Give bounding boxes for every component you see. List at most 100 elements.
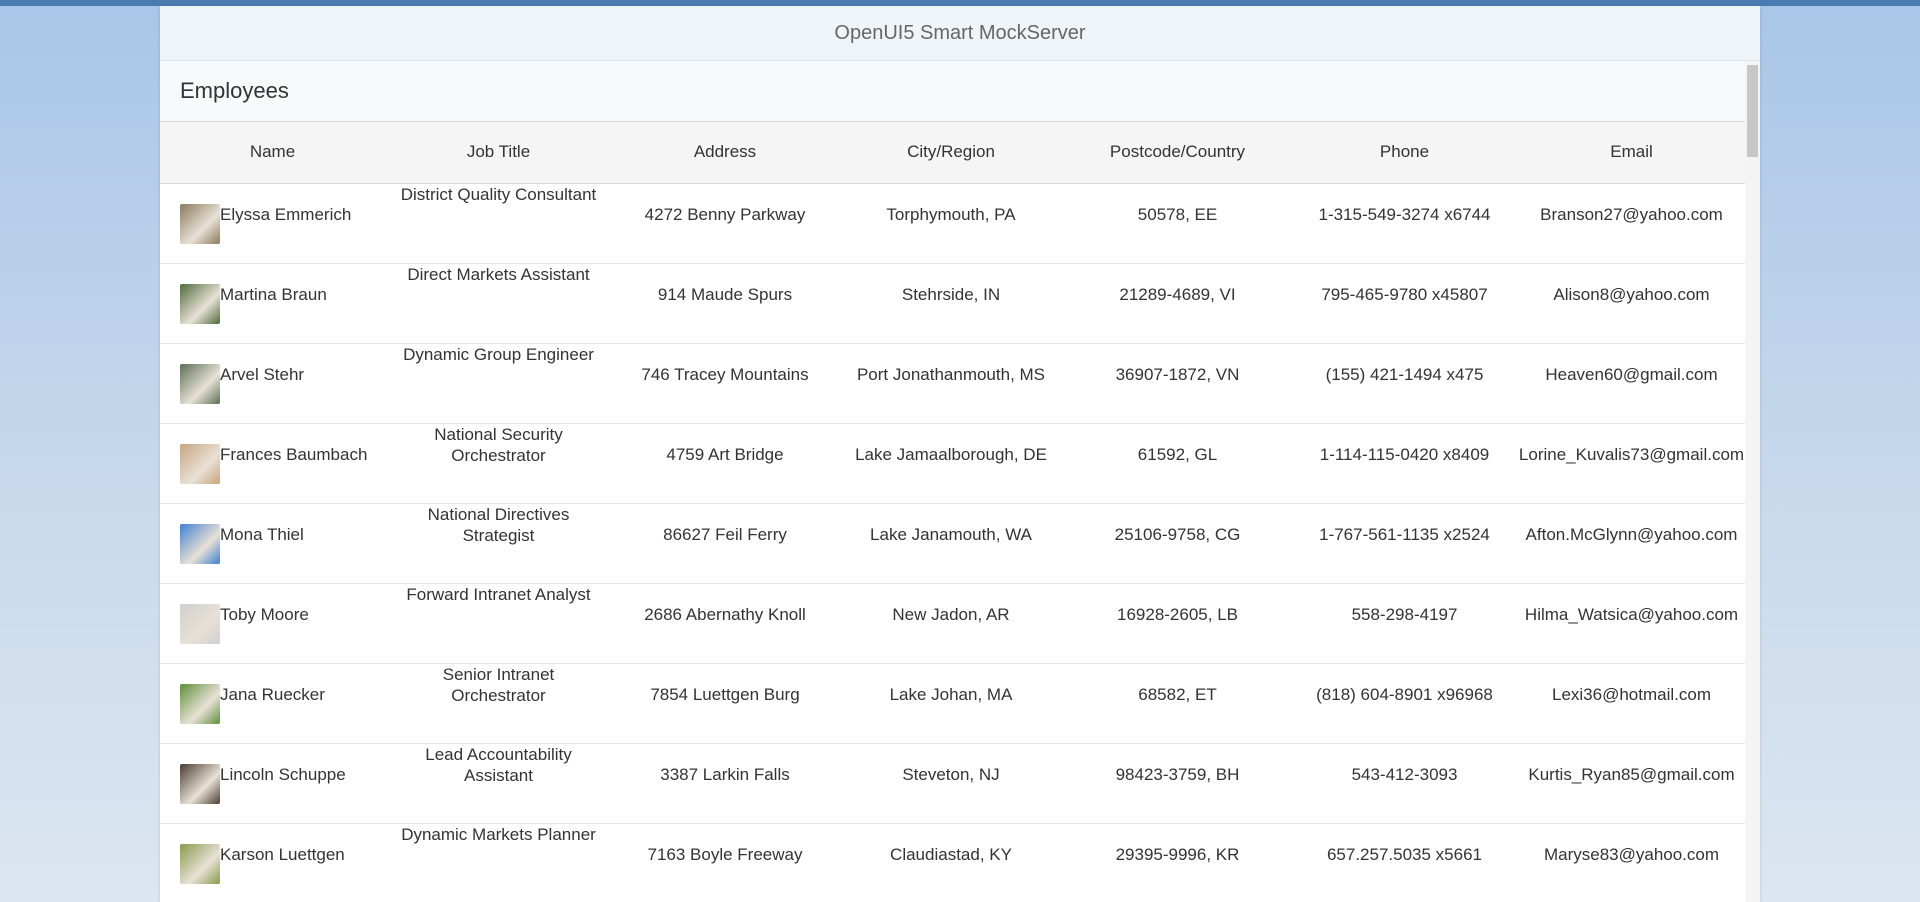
vertical-scrollbar[interactable] (1745, 61, 1760, 902)
column-header-job-title[interactable]: Job Title (385, 122, 612, 183)
email-cell: Hilma_Watsica@yahoo.com (1524, 604, 1739, 624)
postcode-cell: 98423-3759, BH (1115, 764, 1240, 784)
phone-cell: 1-315-549-3274 x6744 (1318, 204, 1491, 224)
email-cell: Afton.McGlynn@yahoo.com (1525, 524, 1738, 544)
phone-cell: 795-465-9780 x45807 (1321, 284, 1488, 304)
table-title: Employees (180, 78, 289, 103)
name-cell: Lincoln Schuppe (160, 743, 385, 823)
column-header-postcode-country[interactable]: Postcode/Country (1064, 122, 1291, 183)
employee-avatar (180, 363, 220, 404)
table-row[interactable]: Lincoln Schuppe Lead Accountability Assis… (160, 743, 1745, 823)
table-body: Elyssa Emmerich District Quality Consulta… (160, 183, 1745, 902)
postcode-cell: 21289-4689, VI (1119, 284, 1236, 304)
job-title-cell: Dynamic Markets Planner (401, 824, 596, 844)
table-toolbar: Employees (160, 61, 1745, 122)
name-cell: Toby Moore (160, 583, 385, 663)
employee-identity: Jana Ruecker (180, 683, 385, 724)
name-cell: Jana Ruecker (160, 663, 385, 743)
city-cell: Steveton, NJ (902, 764, 1000, 784)
employee-avatar (180, 443, 220, 484)
column-header-email[interactable]: Email (1518, 122, 1745, 183)
employee-identity: Arvel Stehr (180, 363, 385, 404)
employee-avatar (180, 523, 220, 564)
employee-identity: Lincoln Schuppe (180, 763, 385, 804)
employee-avatar (180, 763, 220, 804)
phone-cell: 543-412-3093 (1351, 764, 1458, 784)
address-cell: 7854 Luettgen Burg (650, 684, 800, 704)
email-cell: Alison8@yahoo.com (1553, 284, 1710, 304)
address-cell: 4272 Benny Parkway (644, 204, 806, 224)
job-title-cell: District Quality Consultant (400, 184, 597, 204)
city-cell: Stehrside, IN (901, 284, 1001, 304)
employees-table: Name Job Title Address City/Region Postcode/… (160, 122, 1745, 902)
city-cell: Port Jonathanmouth, MS (856, 364, 1046, 384)
table-row[interactable]: Toby Moore Forward Intranet Analyst 2686 A… (160, 583, 1745, 663)
employee-avatar (180, 203, 220, 244)
employee-identity: Frances Baumbach (180, 443, 385, 484)
employee-name: Jana Ruecker (220, 684, 325, 704)
column-header-name[interactable]: Name (160, 122, 385, 183)
app-header: OpenUI5 Smart MockServer (160, 6, 1760, 61)
phone-cell: 558-298-4197 (1351, 604, 1458, 624)
postcode-cell: 68582, ET (1138, 684, 1217, 704)
name-cell: Frances Baumbach (160, 423, 385, 503)
employee-name: Lincoln Schuppe (220, 764, 346, 784)
city-cell: New Jadon, AR (892, 604, 1010, 624)
table-row[interactable]: Martina Braun Direct Markets Assistant 914… (160, 263, 1745, 343)
phone-cell: 1-114-115-0420 x8409 (1319, 444, 1490, 464)
job-title-cell: Direct Markets Assistant (407, 264, 590, 284)
employee-name: Karson Luettgen (220, 844, 345, 864)
phone-cell: (818) 604-8901 x96968 (1316, 684, 1493, 704)
table-row[interactable]: Elyssa Emmerich District Quality Consulta… (160, 183, 1745, 263)
job-title-cell: Forward Intranet Analyst (406, 584, 591, 604)
phone-cell: 657.257.5035 x5661 (1326, 844, 1483, 864)
table-header-row: Name Job Title Address City/Region Postcode/… (160, 122, 1745, 183)
table-row[interactable]: Jana Ruecker Senior Intranet Orchestrator… (160, 663, 1745, 743)
postcode-cell: 16928-2605, LB (1117, 604, 1238, 624)
scrollbar-thumb[interactable] (1747, 65, 1758, 157)
postcode-cell: 36907-1872, VN (1115, 364, 1240, 384)
column-header-address[interactable]: Address (612, 122, 838, 183)
name-cell: Mona Thiel (160, 503, 385, 583)
employee-identity: Elyssa Emmerich (180, 203, 385, 244)
employee-name: Mona Thiel (220, 524, 304, 544)
email-cell: Heaven60@gmail.com (1545, 364, 1718, 384)
address-cell: 7163 Boyle Freeway (647, 844, 803, 864)
employee-identity: Martina Braun (180, 283, 385, 324)
address-cell: 746 Tracey Mountains (641, 364, 809, 384)
city-cell: Claudiastad, KY (890, 844, 1012, 864)
app-shell: OpenUI5 Smart MockServer Employees Name J… (160, 6, 1760, 902)
employee-identity: Mona Thiel (180, 523, 385, 564)
city-cell: Lake Janamouth, WA (870, 524, 1032, 544)
address-cell: 914 Maude Spurs (657, 284, 793, 304)
postcode-cell: 50578, EE (1137, 204, 1218, 224)
table-row[interactable]: Mona Thiel National Directives Strategist… (160, 503, 1745, 583)
employee-identity: Karson Luettgen (180, 843, 385, 884)
table-row[interactable]: Arvel Stehr Dynamic Group Engineer 746 Tra… (160, 343, 1745, 423)
job-title-cell: National Directives Strategist (427, 504, 570, 545)
email-cell: Lexi36@hotmail.com (1552, 684, 1711, 704)
job-title-cell: Senior Intranet Orchestrator (442, 664, 555, 705)
city-cell: Lake Johan, MA (889, 684, 1013, 704)
name-cell: Arvel Stehr (160, 343, 385, 423)
employee-identity: Toby Moore (180, 603, 385, 644)
table-row[interactable]: Frances Baumbach National Security Orches… (160, 423, 1745, 503)
column-header-city-region[interactable]: City/Region (838, 122, 1064, 183)
postcode-cell: 29395-9996, KR (1115, 844, 1240, 864)
employee-avatar (180, 603, 220, 644)
employee-name: Frances Baumbach (220, 444, 368, 464)
employee-avatar (180, 683, 220, 724)
address-cell: 4759 Art Bridge (666, 444, 784, 464)
employee-avatar (180, 283, 220, 324)
employee-name: Toby Moore (220, 604, 309, 624)
column-header-phone[interactable]: Phone (1291, 122, 1518, 183)
name-cell: Elyssa Emmerich (160, 183, 385, 263)
job-title-cell: National Security Orchestrator (434, 424, 563, 465)
table-row[interactable]: Karson Luettgen Dynamic Markets Planner 71… (160, 823, 1745, 902)
email-cell: Kurtis_Ryan85@gmail.com (1528, 764, 1735, 784)
postcode-cell: 61592, GL (1137, 444, 1218, 464)
email-cell: Maryse83@yahoo.com (1543, 844, 1720, 864)
email-cell: Lorine_Kuvalis73@gmail.com (1518, 444, 1745, 464)
employee-avatar (180, 843, 220, 884)
postcode-cell: 25106-9758, CG (1114, 524, 1241, 544)
